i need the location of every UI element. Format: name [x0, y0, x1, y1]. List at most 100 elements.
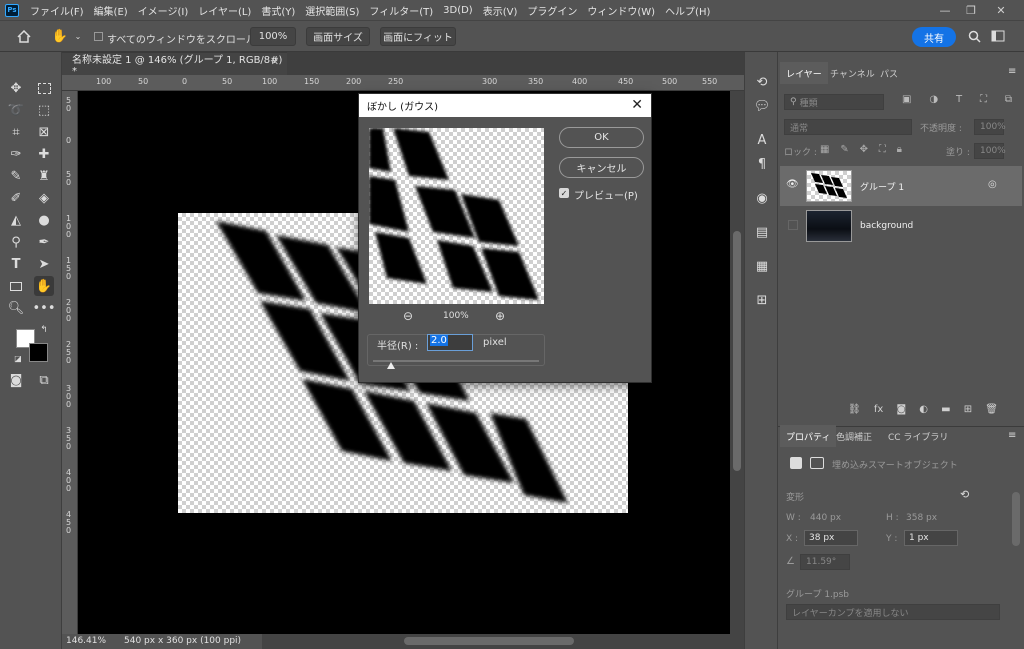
- healing-brush-icon[interactable]: ✚: [34, 144, 54, 164]
- menu-image[interactable]: イメージ(I): [133, 3, 194, 18]
- tab-channels[interactable]: チャンネル: [824, 62, 881, 84]
- menu-file[interactable]: ファイル(F): [25, 3, 89, 18]
- reset-transform-icon[interactable]: ⟲: [960, 488, 969, 501]
- filter-preview[interactable]: [369, 128, 544, 304]
- screen-mode-icon[interactable]: ⧉: [34, 370, 54, 390]
- scroll-thumb[interactable]: [733, 231, 741, 471]
- restore-icon[interactable]: ❐: [958, 0, 984, 20]
- patterns-icon[interactable]: ⊞: [752, 290, 772, 310]
- default-colors-icon[interactable]: ◪: [12, 352, 24, 364]
- scroll-thumb[interactable]: [404, 637, 574, 645]
- tab-adjustments[interactable]: 色調補正: [830, 425, 878, 447]
- menu-help[interactable]: ヘルプ(H): [660, 3, 715, 18]
- minimize-icon[interactable]: —: [932, 0, 958, 20]
- swatches-icon[interactable]: ▦: [752, 256, 772, 276]
- paragraph-icon[interactable]: ¶: [752, 154, 772, 174]
- horizontal-scrollbar[interactable]: [262, 634, 744, 649]
- x-input[interactable]: 38 px: [804, 530, 858, 546]
- zoom-level[interactable]: 146.41%: [66, 636, 106, 646]
- menu-3d[interactable]: 3D(D): [438, 5, 478, 16]
- comments-icon[interactable]: 💬︎: [752, 96, 772, 116]
- layer-filter-icons[interactable]: ▣ ◑ T ⛶ ⧉: [902, 94, 1012, 110]
- rectangle-tool-icon[interactable]: [6, 276, 26, 296]
- layer-row[interactable]: 👁︎ グループ 1 ◎: [780, 166, 1022, 206]
- layer-filter-select[interactable]: ⚲ 種類: [784, 94, 884, 110]
- menu-plugins[interactable]: プラグイン: [522, 3, 582, 18]
- pen-tool-icon[interactable]: ✒: [34, 232, 54, 252]
- object-select-icon[interactable]: ⬚: [34, 100, 54, 120]
- cancel-button[interactable]: キャンセル: [559, 157, 644, 178]
- gradient-icon[interactable]: ▤: [752, 222, 772, 242]
- background-color-swatch[interactable]: [29, 343, 48, 362]
- width-value[interactable]: 440 px: [810, 513, 841, 523]
- fit-screen-button[interactable]: 画面サイズ: [306, 27, 370, 46]
- chevron-down-icon[interactable]: ⌄: [68, 26, 88, 46]
- properties-scroll-thumb[interactable]: [1012, 492, 1020, 546]
- hand-tool-icon[interactable]: ✋: [34, 276, 54, 296]
- tab-properties[interactable]: プロパティ: [780, 425, 837, 447]
- scroll-all-checkbox[interactable]: [94, 32, 103, 41]
- y-input[interactable]: 1 px: [904, 530, 958, 546]
- tab-paths[interactable]: パス: [874, 62, 904, 84]
- history-icon[interactable]: ⟲: [752, 72, 772, 92]
- height-value[interactable]: 358 px: [906, 513, 937, 523]
- frame-tool-icon[interactable]: ⊠: [34, 122, 54, 142]
- tab-layers[interactable]: レイヤー: [780, 62, 828, 84]
- panel-menu-icon[interactable]: ≡: [1008, 66, 1016, 77]
- radius-slider-thumb[interactable]: [387, 362, 395, 369]
- layer-row[interactable]: background: [780, 206, 1022, 246]
- menu-filter[interactable]: フィルター(T): [364, 3, 438, 18]
- preview-checkbox[interactable]: ✓: [559, 188, 569, 198]
- close-window-icon[interactable]: ✕: [988, 0, 1014, 20]
- menu-layer[interactable]: レイヤー(L): [193, 3, 256, 18]
- type-tool-icon[interactable]: T: [6, 254, 26, 274]
- visibility-eye-icon[interactable]: 👁︎: [786, 179, 799, 190]
- character-icon[interactable]: A: [752, 130, 772, 150]
- panel-menu-icon[interactable]: ≡: [1008, 430, 1016, 441]
- menu-type[interactable]: 書式(Y): [256, 3, 300, 18]
- move-tool-icon[interactable]: ✥: [6, 78, 26, 98]
- opacity-input[interactable]: 100%: [974, 119, 1006, 135]
- layer-comp-select[interactable]: レイヤーカンプを適用しない: [786, 604, 1000, 620]
- fill-screen-button[interactable]: 画面にフィット: [380, 27, 456, 46]
- stamp-tool-icon[interactable]: ♜: [34, 166, 54, 186]
- quick-mask-icon[interactable]: ◙: [6, 370, 26, 390]
- zoom-in-icon[interactable]: ⊕: [495, 309, 511, 325]
- blur-tool-icon[interactable]: ●: [34, 210, 54, 230]
- document-tab[interactable]: 名称未設定 1 @ 146% (グループ 1, RGB/8#) * ✕: [62, 52, 287, 77]
- zoom-100-button[interactable]: 100%: [250, 27, 296, 46]
- swap-colors-icon[interactable]: ↰: [38, 324, 50, 336]
- brush-tool-icon[interactable]: ✎: [6, 166, 26, 186]
- visibility-toggle[interactable]: [788, 220, 798, 230]
- more-tools-icon[interactable]: •••: [33, 298, 56, 318]
- paint-bucket-icon[interactable]: ◭: [6, 210, 26, 230]
- color-palette-icon[interactable]: ◉: [752, 188, 772, 208]
- lock-icons[interactable]: ▦ ✎ ✥ ⛶ 🔒︎: [820, 144, 902, 156]
- crop-tool-icon[interactable]: ⌗: [6, 122, 26, 142]
- tab-cc-libraries[interactable]: CC ライブラリ: [882, 425, 954, 447]
- hand-tool-icon[interactable]: ✋: [50, 26, 70, 46]
- smart-filter-icon[interactable]: ◎: [988, 179, 997, 190]
- fill-input[interactable]: 100%: [974, 143, 1006, 159]
- search-icon[interactable]: [964, 26, 984, 46]
- zoom-tool-icon[interactable]: 🔍︎: [6, 298, 26, 318]
- close-tab-icon[interactable]: ✕: [271, 57, 279, 68]
- menu-window[interactable]: ウィンドウ(W): [582, 3, 660, 18]
- ok-button[interactable]: OK: [559, 127, 644, 148]
- angle-input[interactable]: 11.59°: [800, 554, 850, 570]
- eraser-tool-icon[interactable]: ◈: [34, 188, 54, 208]
- radius-slider-track[interactable]: [373, 360, 539, 362]
- layer-actions[interactable]: ⛓︎ fx ◙ ◐ ▬ ⊞ 🗑︎: [848, 404, 998, 418]
- radius-input[interactable]: 2.0: [427, 334, 473, 351]
- close-icon[interactable]: ✕: [631, 97, 643, 113]
- marquee-tool-icon[interactable]: [34, 78, 54, 98]
- menu-edit[interactable]: 編集(E): [89, 3, 133, 18]
- menu-view[interactable]: 表示(V): [478, 3, 523, 18]
- workspace-icon[interactable]: [988, 26, 1008, 46]
- home-icon[interactable]: [14, 26, 34, 46]
- eyedropper-icon[interactable]: ✑: [6, 144, 26, 164]
- blend-mode-select[interactable]: 通常: [784, 119, 912, 135]
- path-select-icon[interactable]: ➤: [34, 254, 54, 274]
- dodge-tool-icon[interactable]: ⚲: [6, 232, 26, 252]
- menu-select[interactable]: 選択範囲(S): [300, 3, 364, 18]
